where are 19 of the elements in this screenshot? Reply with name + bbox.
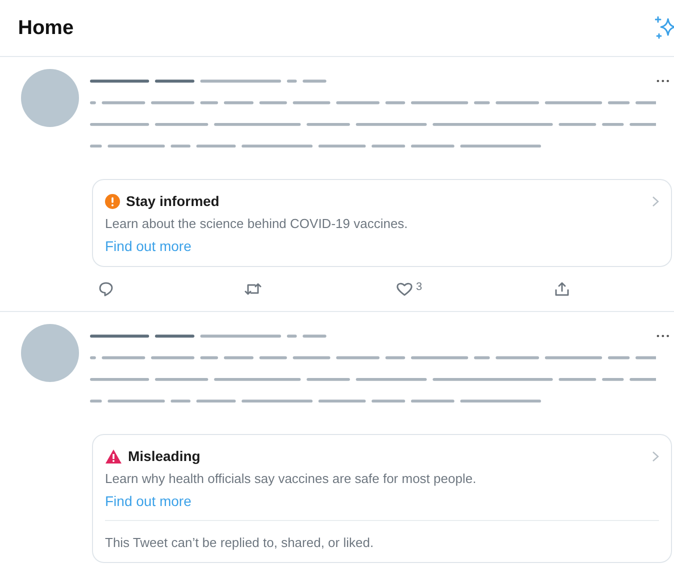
restriction-note: This Tweet can’t be replied to, shared, or liked. (105, 520, 659, 550)
notice-text: Learn about the science behind COVID-19 vaccines. (105, 216, 409, 231)
notice-title: Stay informed (126, 193, 220, 209)
like-button[interactable]: 3 (396, 281, 554, 297)
tweet-card[interactable]: Stay informed Learn about the science behind COVID-19 vaccines. Find out more 3 (0, 57, 674, 312)
page-title: Home (18, 16, 74, 40)
speech-bubble-icon (98, 281, 114, 297)
notice-title: Misleading (128, 448, 200, 464)
share-icon (554, 281, 570, 297)
notice-text: Learn why health officials say vaccines are safe for most people. (105, 471, 478, 486)
sparkle-icon[interactable] (655, 15, 674, 41)
heart-icon (396, 281, 413, 297)
warning-icon (105, 448, 122, 464)
exclamation-icon (105, 194, 120, 208)
retweet-icon (244, 281, 262, 297)
share-button[interactable] (554, 281, 570, 297)
more-icon[interactable] (656, 334, 670, 338)
more-icon[interactable] (656, 79, 670, 83)
tweet-card[interactable]: Misleading Learn why health officials say vaccines are safe for most people. Find out more This Tweet can’t be replied to, shared, or liked. (0, 312, 674, 576)
